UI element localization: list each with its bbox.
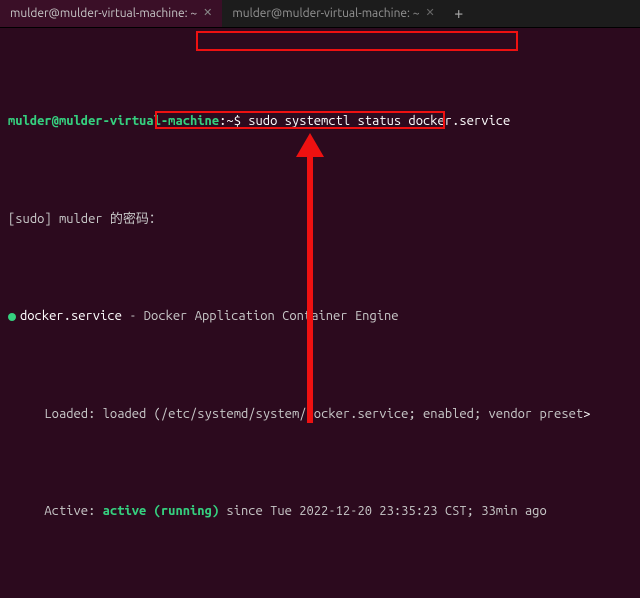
close-icon[interactable]: ✕: [203, 5, 212, 22]
enabled-tail: enabled; vendor preset: [423, 407, 583, 421]
active-tail: since Tue 2022-12-20 23:35:23 CST; 33min…: [226, 504, 546, 518]
sudo-password-line: [sudo] mulder 的密码：: [8, 210, 632, 230]
service-header: docker.service - Docker Application Cont…: [8, 307, 632, 327]
loaded-value: loaded: [103, 407, 147, 421]
prompt-line: mulder@mulder-virtual-machine:~$ sudo sy…: [8, 112, 632, 132]
terminal-tab-active[interactable]: mulder@mulder-virtual-machine: ~ ✕: [0, 0, 222, 27]
tab-label: mulder@mulder-virtual-machine: ~: [232, 5, 419, 23]
active-value: active (running): [103, 504, 219, 518]
loaded-label: Loaded:: [44, 407, 95, 421]
terminal-tab-inactive[interactable]: mulder@mulder-virtual-machine: ~ ✕: [222, 0, 444, 27]
prompt-user-host: mulder@mulder-virtual-machine: [8, 114, 219, 128]
command-text: sudo systemctl status docker.service: [248, 114, 510, 128]
highlight-command: [196, 31, 518, 51]
tab-label: mulder@mulder-virtual-machine: ~: [10, 5, 197, 23]
service-name: docker.service: [20, 309, 122, 323]
status-dot-icon: [8, 313, 16, 321]
truncation: >: [583, 407, 590, 421]
arrow-annotation: [290, 133, 330, 433]
active-label: Active:: [44, 504, 95, 518]
terminal-output[interactable]: mulder@mulder-virtual-machine:~$ sudo sy…: [0, 28, 640, 598]
tab-bar: mulder@mulder-virtual-machine: ~ ✕ mulde…: [0, 0, 640, 28]
unit-path: /etc/systemd/system/docker.service: [161, 407, 409, 421]
prompt-path: ~: [226, 114, 233, 128]
active-line: Active: active (running) since Tue 2022-…: [8, 502, 632, 522]
close-icon[interactable]: ✕: [426, 5, 435, 22]
add-tab-button[interactable]: +: [445, 0, 473, 27]
service-desc: Docker Application Container Engine: [144, 309, 399, 323]
loaded-line: Loaded: loaded (/etc/systemd/system/dock…: [8, 405, 632, 425]
prompt-symbol: $: [234, 114, 241, 128]
